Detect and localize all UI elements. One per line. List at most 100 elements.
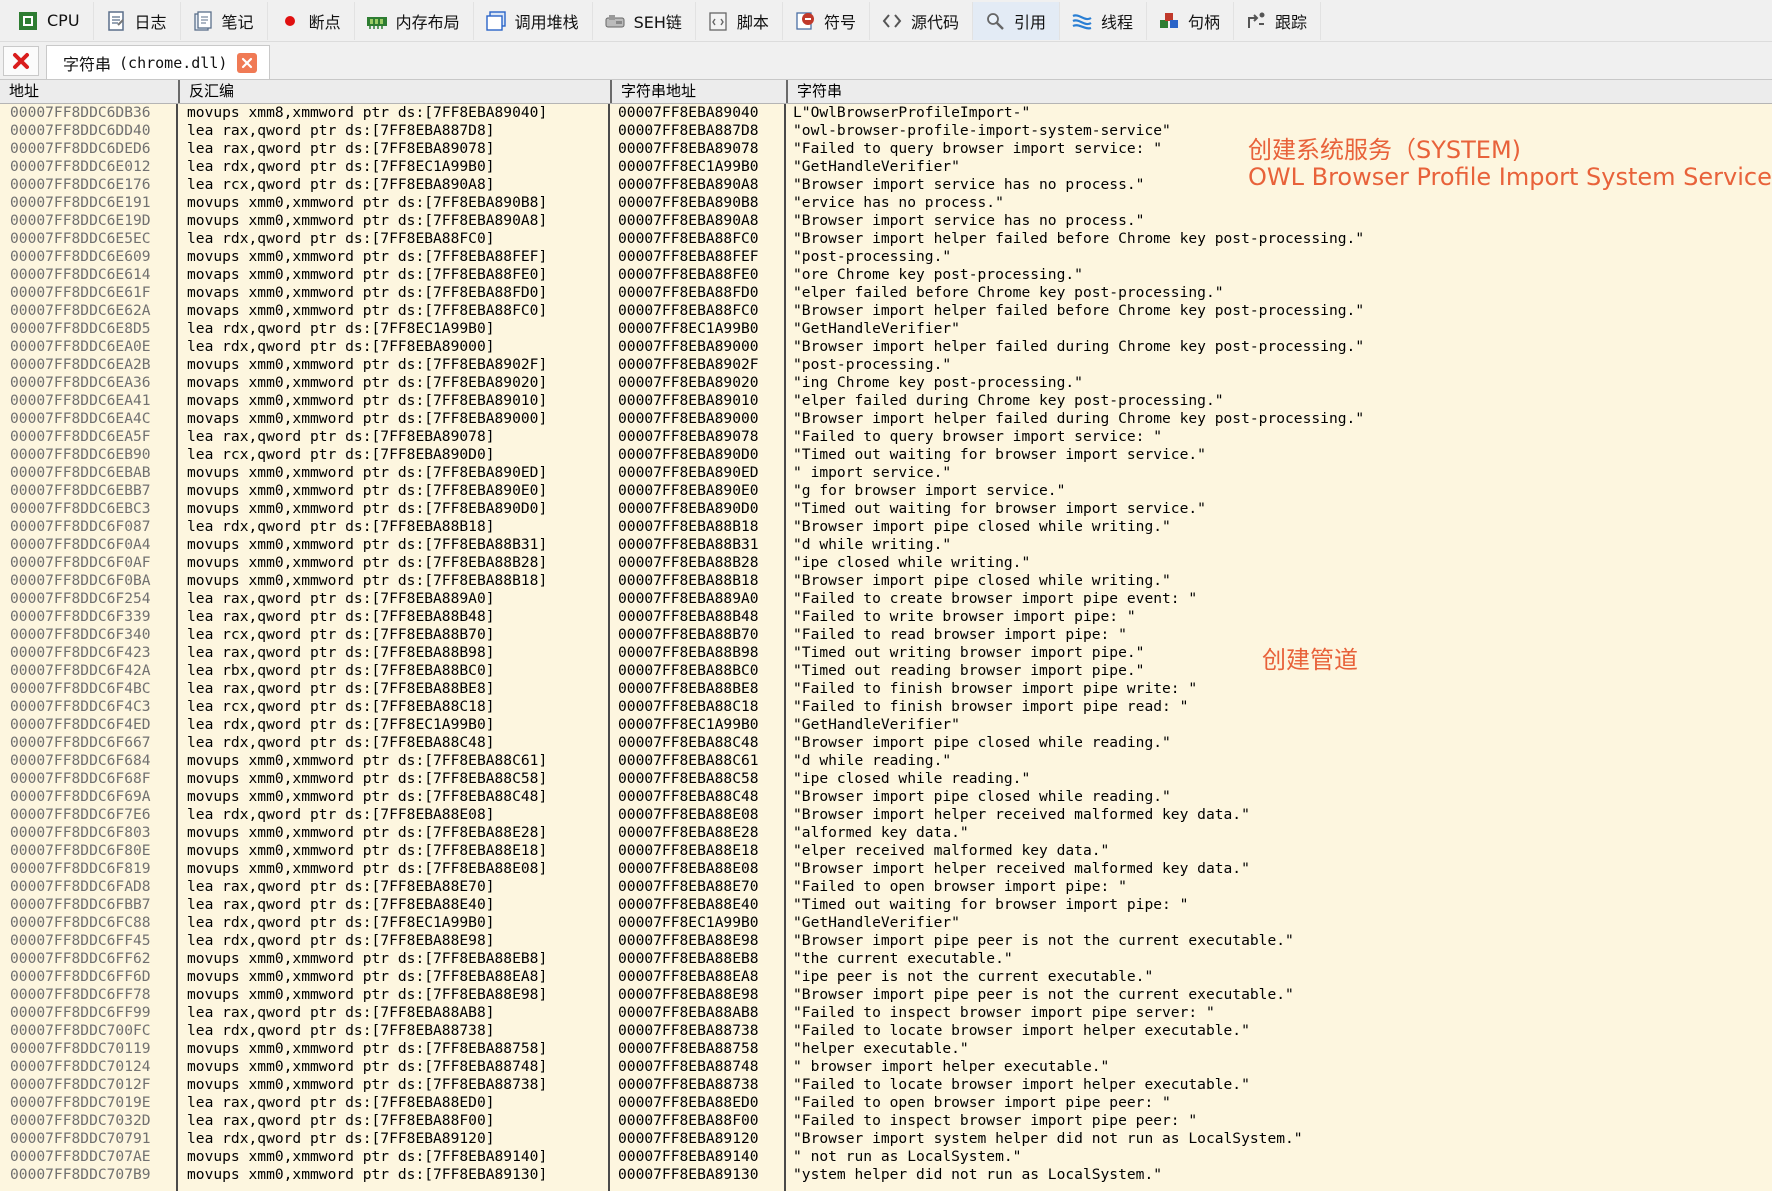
cell-string-address[interactable]: 00007FF8EBA88FEF xyxy=(618,248,784,266)
cell-string[interactable]: "elper failed before Chrome key post-pro… xyxy=(793,284,1772,302)
cell-disassembly[interactable]: lea rdx,qword ptr ds:[7FF8EC1A99B0] xyxy=(187,716,608,734)
cell-address[interactable]: 00007FF8DDC6F7E6 xyxy=(10,806,176,824)
cell-disassembly[interactable]: movaps xmm0,xmmword ptr ds:[7FF8EBA89000… xyxy=(187,410,608,428)
cell-address[interactable]: 00007FF8DDC6DB36 xyxy=(10,104,176,122)
cell-address[interactable]: 00007FF8DDC6FF99 xyxy=(10,1004,176,1022)
cell-string-address[interactable]: 00007FF8EBA89040 xyxy=(618,104,784,122)
cell-disassembly[interactable]: movups xmm0,xmmword ptr ds:[7FF8EBA89140… xyxy=(187,1148,608,1166)
cell-string[interactable]: "Failed to open browser import pipe peer… xyxy=(793,1094,1772,1112)
cell-disassembly[interactable]: lea rcx,qword ptr ds:[7FF8EBA890A8] xyxy=(187,176,608,194)
cell-disassembly[interactable]: lea rax,qword ptr ds:[7FF8EBA88B48] xyxy=(187,608,608,626)
cell-disassembly[interactable]: movups xmm0,xmmword ptr ds:[7FF8EBA88E08… xyxy=(187,860,608,878)
cell-string-address[interactable]: 00007FF8EBA890B8 xyxy=(618,194,784,212)
cell-address[interactable]: 00007FF8DDC6F69A xyxy=(10,788,176,806)
cell-disassembly[interactable]: lea rcx,qword ptr ds:[7FF8EBA88B70] xyxy=(187,626,608,644)
cell-disassembly[interactable]: lea rax,qword ptr ds:[7FF8EBA88BE8] xyxy=(187,680,608,698)
cell-string-address[interactable]: 00007FF8EBA89000 xyxy=(618,410,784,428)
cell-string[interactable]: "ipe closed while writing." xyxy=(793,554,1772,572)
cell-string-address[interactable]: 00007FF8EBA88FC0 xyxy=(618,230,784,248)
cell-string-address[interactable]: 00007FF8EBA88B31 xyxy=(618,536,784,554)
cell-string-address[interactable]: 00007FF8EBA89130 xyxy=(618,1166,784,1184)
header-address[interactable]: 地址 xyxy=(0,80,178,103)
cell-disassembly[interactable]: lea rdx,qword ptr ds:[7FF8EC1A99B0] xyxy=(187,158,608,176)
cell-address[interactable]: 00007FF8DDC6FC88 xyxy=(10,914,176,932)
cell-string-address[interactable]: 00007FF8EBA890D0 xyxy=(618,446,784,464)
cell-address[interactable]: 00007FF8DDC6F819 xyxy=(10,860,176,878)
cell-disassembly[interactable]: movups xmm0,xmmword ptr ds:[7FF8EBA88E18… xyxy=(187,842,608,860)
toolbar-tab-log[interactable]: 日志 xyxy=(94,1,181,40)
cell-string[interactable]: "Browser import helper failed during Chr… xyxy=(793,338,1772,356)
cell-string-address[interactable]: 00007FF8EBA89020 xyxy=(618,374,784,392)
cell-string-address[interactable]: 00007FF8EBA88B70 xyxy=(618,626,784,644)
cell-string-address[interactable]: 00007FF8EBA88BC0 xyxy=(618,662,784,680)
cell-string-address[interactable]: 00007FF8EC1A99B0 xyxy=(618,158,784,176)
cell-address[interactable]: 00007FF8DDC6EB90 xyxy=(10,446,176,464)
cell-address[interactable]: 00007FF8DDC6E61F xyxy=(10,284,176,302)
cell-address[interactable]: 00007FF8DDC6EA4C xyxy=(10,410,176,428)
cell-string[interactable]: "Browser import system helper did not ru… xyxy=(793,1130,1772,1148)
cell-address[interactable]: 00007FF8DDC6EBC3 xyxy=(10,500,176,518)
cell-string[interactable]: "Browser import pipe peer is not the cur… xyxy=(793,932,1772,950)
cell-string-address[interactable]: 00007FF8EBA88FE0 xyxy=(618,266,784,284)
toolbar-tab-breakpoint[interactable]: 断点 xyxy=(268,1,355,40)
cell-address[interactable]: 00007FF8DDC6EA0E xyxy=(10,338,176,356)
cell-disassembly[interactable]: movaps xmm0,xmmword ptr ds:[7FF8EBA88FC0… xyxy=(187,302,608,320)
cell-string-address[interactable]: 00007FF8EBA88E08 xyxy=(618,860,784,878)
cell-string[interactable]: "ipe peer is not the current executable.… xyxy=(793,968,1772,986)
cell-address[interactable]: 00007FF8DDC70119 xyxy=(10,1040,176,1058)
cell-string-address[interactable]: 00007FF8EBA88B18 xyxy=(618,518,784,536)
cell-address[interactable]: 00007FF8DDC6FF6D xyxy=(10,968,176,986)
cell-string-address[interactable]: 00007FF8EBA88EA8 xyxy=(618,968,784,986)
cell-string-address[interactable]: 00007FF8EBA89078 xyxy=(618,140,784,158)
cell-disassembly[interactable]: movups xmm0,xmmword ptr ds:[7FF8EBA890E0… xyxy=(187,482,608,500)
cell-disassembly[interactable]: movaps xmm0,xmmword ptr ds:[7FF8EBA89020… xyxy=(187,374,608,392)
cell-string[interactable]: "g for browser import service." xyxy=(793,482,1772,500)
cell-address[interactable]: 00007FF8DDC6E176 xyxy=(10,176,176,194)
cell-string[interactable]: "ing Chrome key post-processing." xyxy=(793,374,1772,392)
cell-address[interactable]: 00007FF8DDC6EA41 xyxy=(10,392,176,410)
cell-address[interactable]: 00007FF8DDC6E62A xyxy=(10,302,176,320)
toolbar-tab-notes[interactable]: 笔记 xyxy=(181,1,268,40)
cell-address[interactable]: 00007FF8DDC707B9 xyxy=(10,1166,176,1184)
cell-string-address[interactable]: 00007FF8EBA88EB8 xyxy=(618,950,784,968)
cell-address[interactable]: 00007FF8DDC6F4ED xyxy=(10,716,176,734)
cell-string-address[interactable]: 00007FF8EBA88B48 xyxy=(618,608,784,626)
cell-address[interactable]: 00007FF8DDC6F339 xyxy=(10,608,176,626)
cell-address[interactable]: 00007FF8DDC6EA5F xyxy=(10,428,176,446)
cell-disassembly[interactable]: movups xmm0,xmmword ptr ds:[7FF8EBA88EA8… xyxy=(187,968,608,986)
cell-disassembly[interactable]: lea rdx,qword ptr ds:[7FF8EBA88B18] xyxy=(187,518,608,536)
cell-string[interactable]: "Browser import helper received malforme… xyxy=(793,860,1772,878)
cell-string-address[interactable]: 00007FF8EBA887D8 xyxy=(618,122,784,140)
cell-address[interactable]: 00007FF8DDC7032D xyxy=(10,1112,176,1130)
cell-string[interactable]: "Browser import helper failed before Chr… xyxy=(793,230,1772,248)
cell-disassembly[interactable]: lea rax,qword ptr ds:[7FF8EBA88ED0] xyxy=(187,1094,608,1112)
toolbar-tab-threads[interactable]: 线程 xyxy=(1060,1,1147,40)
cell-string-address[interactable]: 00007FF8EBA88ED0 xyxy=(618,1094,784,1112)
cell-address[interactable]: 00007FF8DDC6F340 xyxy=(10,626,176,644)
cell-address[interactable]: 00007FF8DDC6E614 xyxy=(10,266,176,284)
cell-disassembly[interactable]: movups xmm0,xmmword ptr ds:[7FF8EBA88B28… xyxy=(187,554,608,572)
toolbar-tab-symbols[interactable]: 符号 xyxy=(783,1,870,40)
cell-address[interactable]: 00007FF8DDC6DD40 xyxy=(10,122,176,140)
cell-string[interactable]: "Failed to finish browser import pipe re… xyxy=(793,698,1772,716)
header-string[interactable]: 字符串 xyxy=(786,80,1772,103)
cell-disassembly[interactable]: movaps xmm0,xmmword ptr ds:[7FF8EBA88FE0… xyxy=(187,266,608,284)
cell-string[interactable]: "d while writing." xyxy=(793,536,1772,554)
cell-string[interactable]: " not run as LocalSystem." xyxy=(793,1148,1772,1166)
cell-string-address[interactable]: 00007FF8EC1A99B0 xyxy=(618,716,784,734)
cell-string-address[interactable]: 00007FF8EC1A99B0 xyxy=(618,914,784,932)
cell-string[interactable]: "Failed to open browser import pipe: " xyxy=(793,878,1772,896)
cell-string[interactable]: "Failed to finish browser import pipe wr… xyxy=(793,680,1772,698)
cell-string-address[interactable]: 00007FF8EBA89140 xyxy=(618,1148,784,1166)
cell-disassembly[interactable]: movups xmm8,xmmword ptr ds:[7FF8EBA89040… xyxy=(187,104,608,122)
cell-address[interactable]: 00007FF8DDC6F42A xyxy=(10,662,176,680)
cell-address[interactable]: 00007FF8DDC707AE xyxy=(10,1148,176,1166)
cell-string[interactable]: "helper executable." xyxy=(793,1040,1772,1058)
cell-address[interactable]: 00007FF8DDC6F423 xyxy=(10,644,176,662)
cell-string-address[interactable]: 00007FF8EBA88748 xyxy=(618,1058,784,1076)
cell-string-address[interactable]: 00007FF8EBA88758 xyxy=(618,1040,784,1058)
cell-disassembly[interactable]: lea rax,qword ptr ds:[7FF8EBA89078] xyxy=(187,428,608,446)
cell-string-address[interactable]: 00007FF8EBA88BE8 xyxy=(618,680,784,698)
cell-disassembly[interactable]: lea rdx,qword ptr ds:[7FF8EC1A99B0] xyxy=(187,914,608,932)
cell-address[interactable]: 00007FF8DDC6E012 xyxy=(10,158,176,176)
